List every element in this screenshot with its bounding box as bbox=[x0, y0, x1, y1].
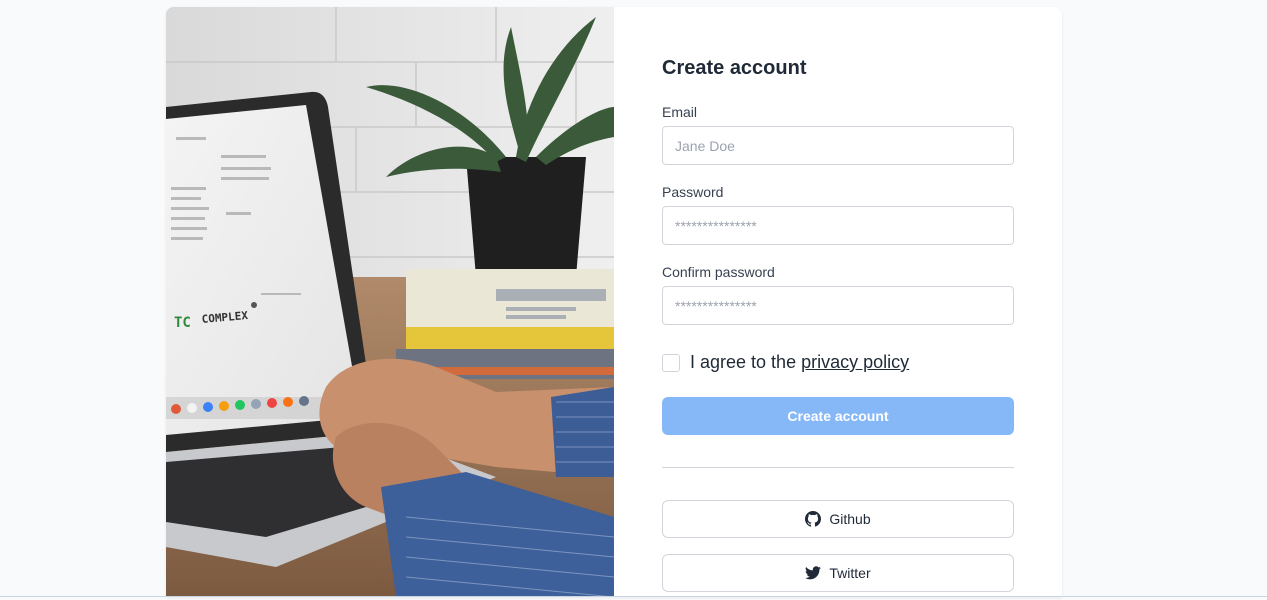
laptop-photo: TC COMPLEX bbox=[166, 7, 614, 597]
screen-logo-text: TC bbox=[174, 315, 191, 331]
confirm-password-field[interactable] bbox=[662, 286, 1014, 325]
password-field[interactable] bbox=[662, 206, 1014, 245]
agree-checkbox[interactable] bbox=[662, 353, 680, 372]
signup-card: TC COMPLEX Create account Email Jane Doe… bbox=[166, 7, 1062, 597]
password-label: Password bbox=[662, 184, 724, 200]
agree-row: I agree to the privacy policy bbox=[662, 352, 909, 373]
email-label: Email bbox=[662, 104, 698, 120]
create-account-button[interactable]: Create account bbox=[662, 397, 1014, 435]
github-icon bbox=[805, 511, 822, 527]
github-label: Github bbox=[829, 511, 871, 527]
divider bbox=[662, 467, 1014, 468]
email-field[interactable] bbox=[662, 126, 1014, 165]
privacy-policy-link[interactable]: privacy policy bbox=[801, 352, 909, 373]
confirm-password-label: Confirm password bbox=[662, 264, 775, 280]
viewport-edge bbox=[0, 596, 1267, 597]
github-button[interactable]: Github bbox=[662, 500, 1014, 538]
hero-image: TC COMPLEX bbox=[166, 7, 614, 597]
page: TC COMPLEX Create account Email Jane Doe… bbox=[0, 0, 1267, 600]
page-title: Create account bbox=[662, 57, 807, 79]
signup-form: Create account Email Password Confirm pa… bbox=[614, 7, 1062, 597]
agree-text: I agree to the bbox=[690, 352, 802, 372]
twitter-label: Twitter bbox=[829, 565, 871, 581]
twitter-button[interactable]: Twitter bbox=[662, 554, 1014, 592]
twitter-icon bbox=[805, 566, 822, 580]
